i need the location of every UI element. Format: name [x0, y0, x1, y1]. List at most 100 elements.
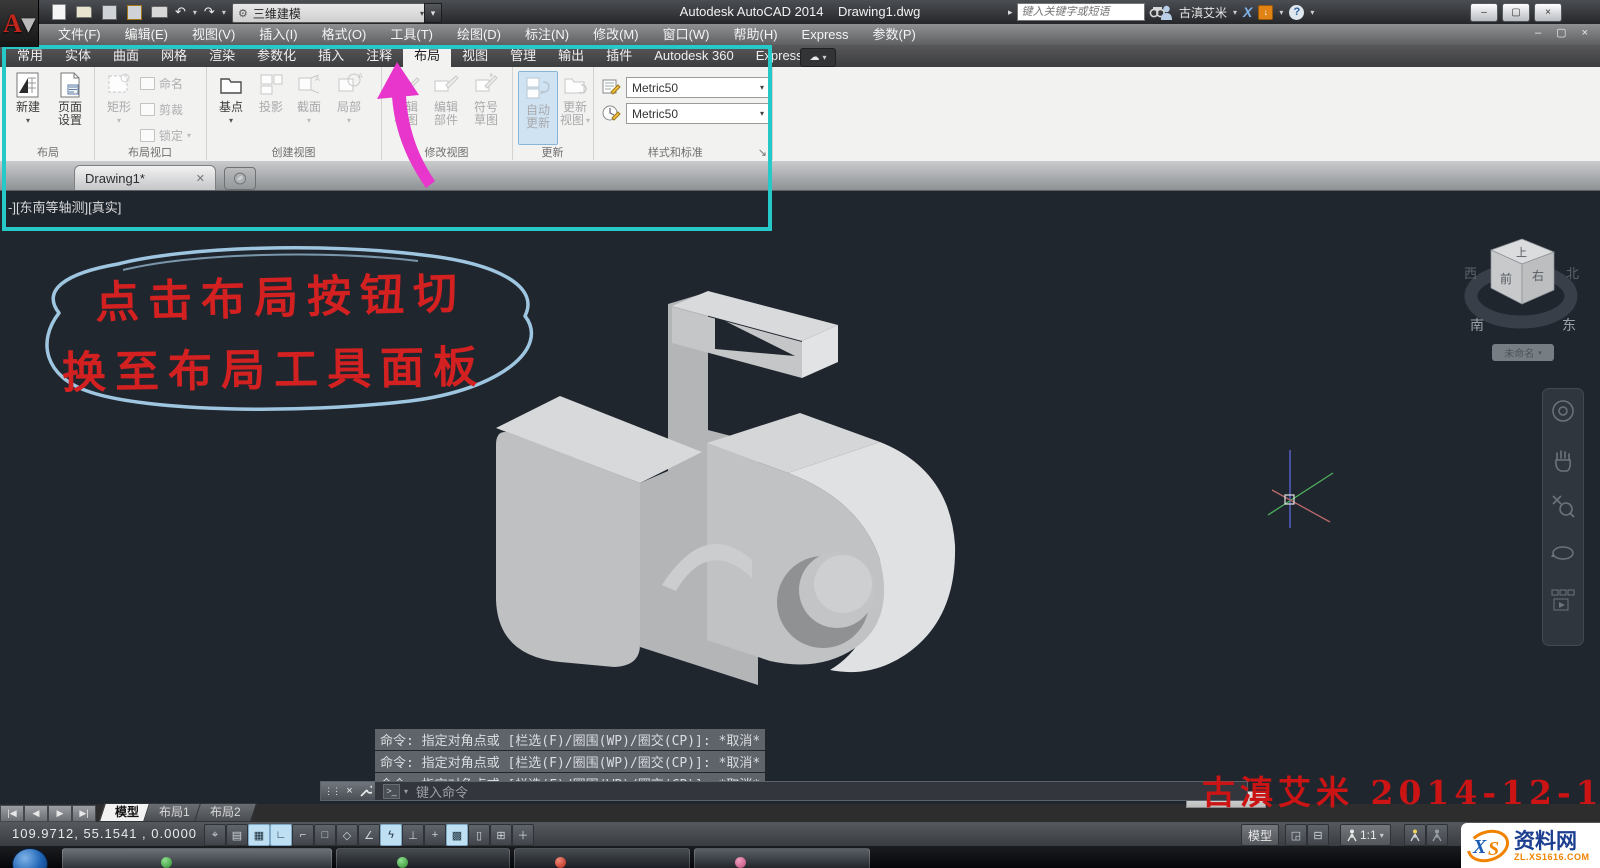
quick-view-layouts-icon[interactable]: ◲	[1285, 824, 1307, 846]
signed-in-user[interactable]: 古滇艾米	[1179, 4, 1227, 21]
symbol-sketch-button[interactable]: 符号 草图	[468, 71, 504, 127]
tab-plugins[interactable]: 插件	[595, 45, 643, 67]
menu-format[interactable]: 格式(O)	[310, 24, 379, 45]
menu-file[interactable]: 文件(F)	[46, 24, 113, 45]
collapse-arrow-icon[interactable]: ▸	[1008, 7, 1013, 18]
dynamic-input-toggle[interactable]: ⊥	[402, 824, 424, 846]
grid-display-toggle[interactable]: ▦	[248, 824, 270, 846]
projected-view-button[interactable]: 投影	[252, 71, 290, 114]
autoscale-toggle[interactable]	[1426, 824, 1448, 846]
taskbar-item[interactable]	[694, 848, 870, 868]
close-command-icon[interactable]: ×	[346, 785, 352, 797]
search-input[interactable]	[1017, 3, 1145, 21]
view-style-dropdown[interactable]: Metric50▾	[626, 103, 770, 124]
new-file-icon[interactable]	[50, 4, 68, 20]
dynamic-ucs-toggle[interactable]: ϟ	[380, 824, 402, 846]
menu-edit[interactable]: 编辑(E)	[113, 24, 180, 45]
viewcube[interactable]: 西 北 南 东 上 前 右	[1458, 236, 1588, 356]
taskbar-item[interactable]	[336, 848, 510, 868]
tab-manage[interactable]: 管理	[499, 45, 547, 67]
annotation-visibility-toggle[interactable]	[1404, 824, 1426, 846]
open-file-icon[interactable]	[75, 4, 93, 20]
tab-surface[interactable]: 曲面	[102, 45, 150, 67]
page-setup-button[interactable]: 页面 设置	[50, 71, 90, 127]
lineweight-toggle[interactable]: +	[424, 824, 446, 846]
panel-launcher-icon[interactable]: ↘	[758, 146, 767, 160]
exchange-apps-icon[interactable]: X	[1243, 4, 1252, 20]
menu-help[interactable]: 帮助(H)	[722, 24, 790, 45]
close-tab-icon[interactable]: ✕	[196, 172, 205, 185]
rectangular-viewport-button[interactable]: 矩形 ▾	[101, 71, 137, 127]
layout2-tab[interactable]: 布局2	[194, 803, 257, 822]
app-menu-button[interactable]: A▾	[0, 0, 39, 47]
start-button[interactable]	[12, 848, 48, 868]
menu-express[interactable]: Express	[790, 24, 861, 45]
save-as-icon[interactable]	[125, 4, 143, 20]
menu-modify[interactable]: 修改(M)	[581, 24, 651, 45]
chevron-down-icon[interactable]: ▾	[1279, 8, 1283, 17]
update-view-button[interactable]: 更新 视图▾	[558, 71, 592, 127]
next-tab-icon[interactable]: ▶	[48, 805, 72, 822]
document-window-controls[interactable]: – ▢ ×	[1535, 26, 1594, 39]
download-icon[interactable]: ↓	[1258, 5, 1273, 20]
chevron-down-icon[interactable]: ▾	[404, 787, 408, 796]
orbit-icon[interactable]	[1550, 541, 1576, 565]
menu-view[interactable]: 视图(V)	[180, 24, 247, 45]
redo-icon[interactable]: ↷	[204, 4, 215, 20]
clip-viewport-button[interactable]: 剪裁	[140, 101, 183, 118]
viewport-controls-label[interactable]: -][东南等轴测][真实]	[8, 197, 121, 216]
pan-hand-icon[interactable]	[1551, 447, 1575, 473]
drawing-file-tab[interactable]: Drawing1* ✕	[74, 165, 216, 190]
grid-snap-toggle[interactable]: ▤	[226, 824, 248, 846]
selection-cycling-toggle[interactable]: ⊞	[490, 824, 512, 846]
named-viewport-button[interactable]: 命名	[140, 75, 183, 92]
restore-button[interactable]: ▢	[1502, 3, 1530, 22]
plot-icon[interactable]	[150, 4, 168, 20]
infer-constraints-toggle[interactable]: ＋	[512, 824, 534, 846]
snap-toggle[interactable]: ⌖	[204, 824, 226, 846]
close-button[interactable]: ×	[1534, 3, 1562, 22]
menu-dimension[interactable]: 标注(N)	[513, 24, 581, 45]
taskbar-item[interactable]	[514, 848, 690, 868]
model-space-button[interactable]: 模型	[1241, 824, 1279, 846]
dim-style-dropdown[interactable]: Metric50▾	[626, 77, 770, 98]
tab-mesh[interactable]: 网格	[150, 45, 198, 67]
undo-dropdown-icon[interactable]: ▾	[193, 8, 197, 17]
wrench-icon[interactable]	[359, 785, 372, 798]
tab-insert[interactable]: 插入	[307, 45, 355, 67]
tab-output[interactable]: 输出	[547, 45, 595, 67]
viewcube-ucs-dropdown[interactable]: 未命名▾	[1492, 344, 1554, 361]
last-tab-icon[interactable]: ▶|	[72, 805, 96, 822]
menu-parametric[interactable]: 参数(P)	[861, 24, 928, 45]
menu-window[interactable]: 窗口(W)	[651, 24, 722, 45]
new-drawing-tab-button[interactable]	[224, 167, 256, 190]
taskbar-item[interactable]	[62, 848, 332, 868]
zoom-extents-icon[interactable]	[1550, 493, 1576, 519]
tab-autodesk360[interactable]: Autodesk 360	[643, 45, 745, 67]
help-icon[interactable]: ?	[1289, 5, 1304, 20]
chevron-down-icon[interactable]: ▾	[1310, 8, 1314, 17]
command-input-bar[interactable]: ⋮⋮ × >_ ▾ 键入命令	[320, 781, 1248, 801]
annotation-scale-button[interactable]: 1:1▾	[1340, 824, 1391, 846]
qat-customize-button[interactable]: ▾	[424, 3, 442, 23]
base-view-button[interactable]: 基点 ▾	[212, 71, 250, 127]
3d-osnap-toggle[interactable]: ◇	[336, 824, 358, 846]
quick-properties-toggle[interactable]: ▯	[468, 824, 490, 846]
new-layout-button[interactable]: 新建 ▾	[8, 71, 48, 127]
lock-viewport-button[interactable]: 锁定▾	[140, 127, 191, 144]
polar-tracking-toggle[interactable]: ⌐	[292, 824, 314, 846]
section-view-button[interactable]: A 截面 ▾	[290, 71, 328, 127]
undo-icon[interactable]: ↶	[175, 4, 186, 20]
menu-draw[interactable]: 绘图(D)	[445, 24, 513, 45]
prev-tab-icon[interactable]: ◀	[24, 805, 48, 822]
auto-update-toggle[interactable]: 自动 更新	[518, 71, 558, 145]
tab-solid[interactable]: 实体	[54, 45, 102, 67]
menu-insert[interactable]: 插入(I)	[247, 24, 309, 45]
menu-tools[interactable]: 工具(T)	[378, 24, 445, 45]
save-icon[interactable]	[100, 4, 118, 20]
command-bar-grip[interactable]: ⋮⋮ ×	[321, 782, 375, 800]
osnap-toggle[interactable]: □	[314, 824, 336, 846]
navigation-wheel-icon[interactable]	[1551, 399, 1575, 423]
tab-view[interactable]: 视图	[451, 45, 499, 67]
showmotion-icon[interactable]	[1550, 587, 1576, 613]
